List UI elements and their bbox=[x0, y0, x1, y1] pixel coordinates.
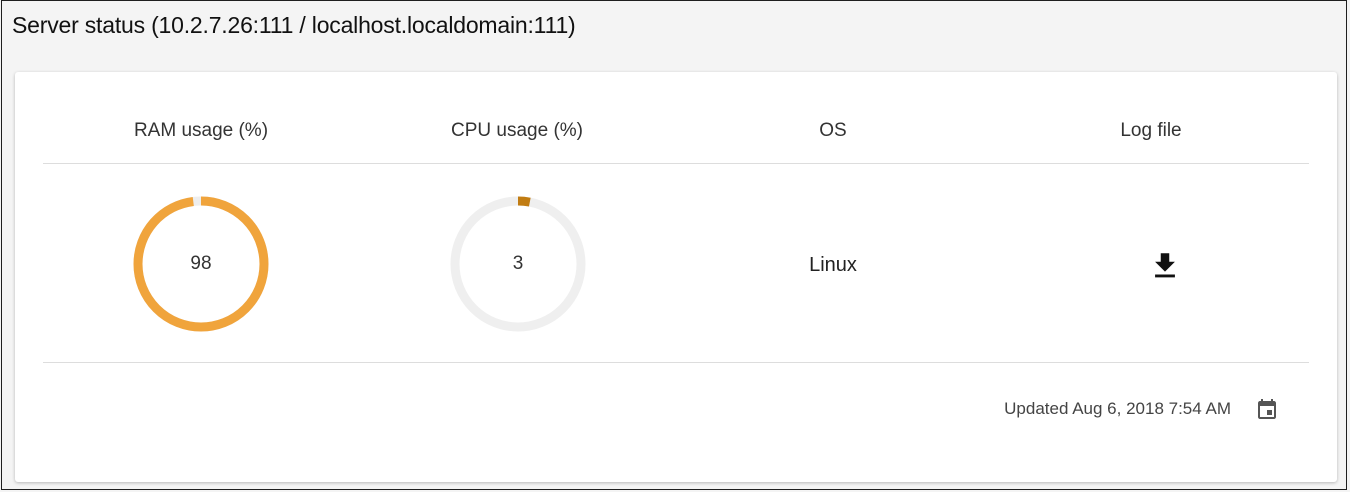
log-file-header: Log file bbox=[1120, 120, 1182, 141]
os-header: OS bbox=[819, 120, 847, 141]
header-divider bbox=[43, 163, 1309, 164]
ram-usage-header: RAM usage (%) bbox=[133, 120, 269, 141]
panel-title: Server status (10.2.7.26:111 / localhost… bbox=[12, 12, 576, 38]
calendar-button[interactable] bbox=[1255, 398, 1279, 422]
ram-usage-value: 98 bbox=[190, 253, 212, 274]
download-icon bbox=[1155, 253, 1175, 278]
server-status-panel: Server status (10.2.7.26:111 / localhost… bbox=[1, 0, 1347, 490]
updated-timestamp: Updated Aug 6, 2018 7:54 AM bbox=[1004, 399, 1231, 418]
cpu-usage-gauge: 3 bbox=[447, 193, 589, 335]
log-file-download-button[interactable] bbox=[1148, 249, 1182, 283]
ram-usage-gauge: 98 bbox=[130, 193, 272, 335]
server-status-card: RAM usage (%) CPU usage (%) OS Log file … bbox=[15, 72, 1337, 482]
os-value: Linux bbox=[809, 254, 857, 276]
cpu-usage-value: 3 bbox=[512, 253, 524, 274]
cpu-usage-header: CPU usage (%) bbox=[451, 120, 583, 141]
footer-divider bbox=[43, 362, 1309, 363]
calendar-icon bbox=[1258, 399, 1276, 419]
